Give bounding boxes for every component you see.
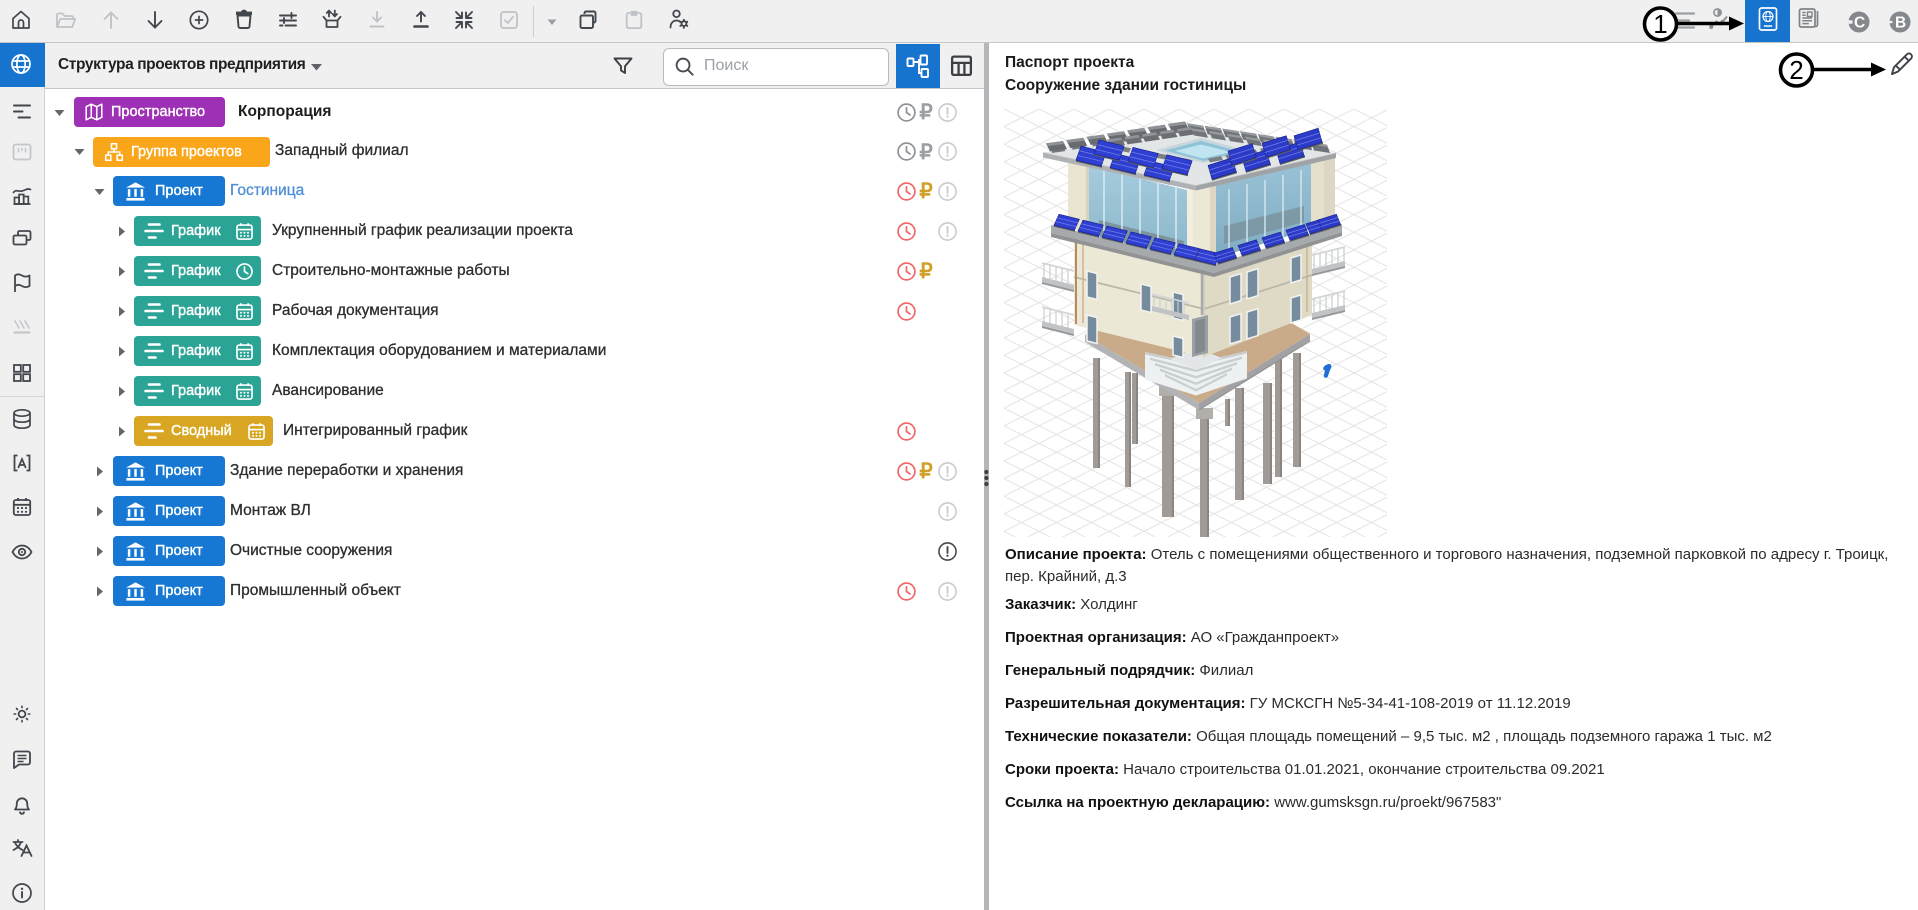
svg-text:1: 1 (1653, 9, 1667, 39)
svg-text:2: 2 (1789, 55, 1803, 85)
svg-text:C: C (1854, 15, 1865, 32)
svg-text:B: B (1895, 15, 1906, 32)
